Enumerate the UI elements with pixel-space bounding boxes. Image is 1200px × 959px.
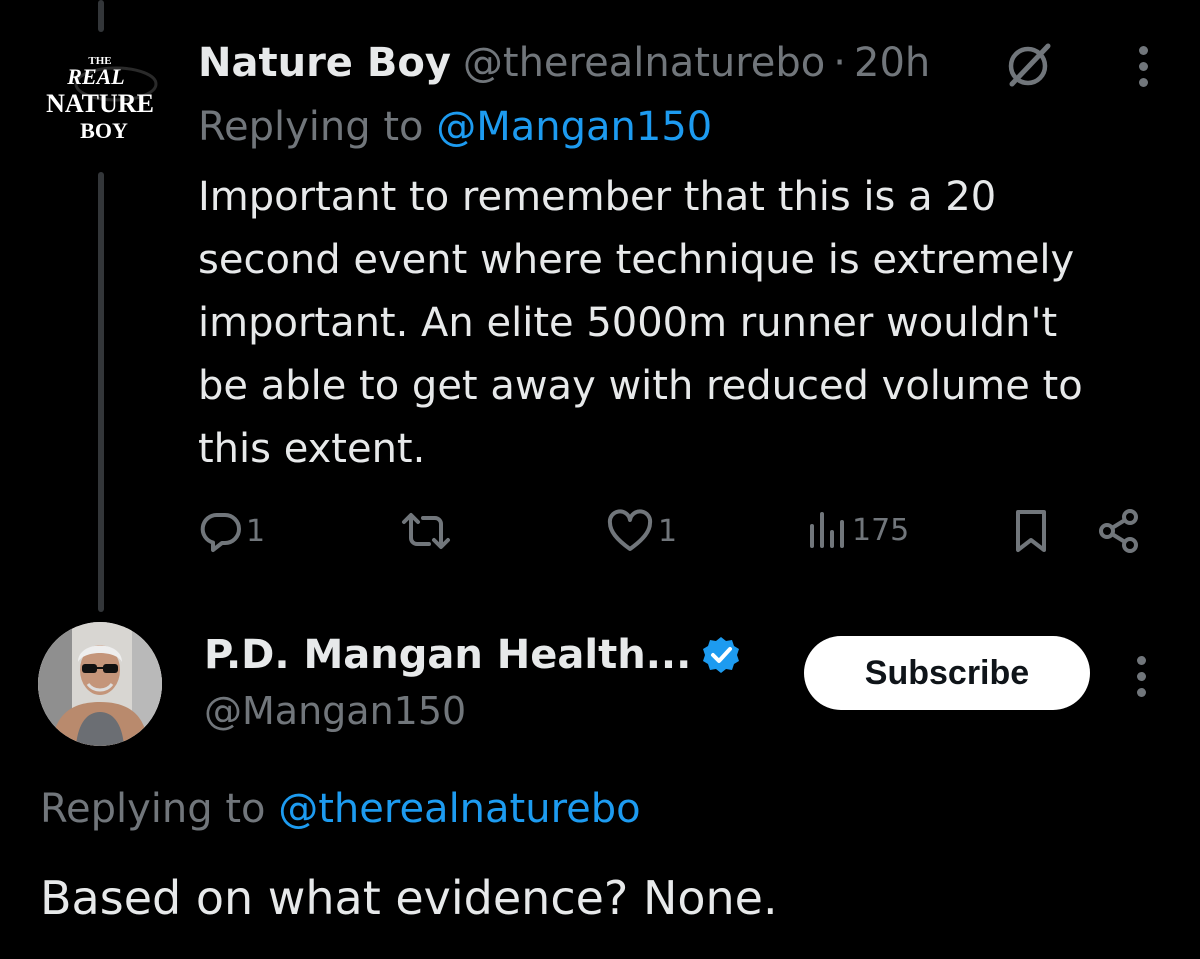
retweet-button[interactable] (398, 510, 454, 552)
author-name[interactable]: P.D. Mangan Health... (204, 628, 691, 682)
retweet-icon (402, 513, 450, 549)
author-name[interactable]: Nature Boy (198, 36, 451, 90)
bookmark-icon (1016, 510, 1046, 552)
tweet-time[interactable]: 20h (854, 36, 930, 90)
replying-to-link[interactable]: @Mangan150 (436, 104, 712, 150)
separator-dot: · (833, 40, 846, 86)
author-handle[interactable]: @Mangan150 (204, 686, 466, 736)
tweet-text-line: this extent. (198, 426, 426, 472)
tweet2-text: Based on what evidence? None. (40, 871, 778, 925)
views-count: 175 (852, 512, 910, 548)
bookmark-button[interactable] (1014, 508, 1048, 554)
more-options-icon[interactable] (1134, 656, 1148, 702)
thread-line-top (98, 0, 104, 32)
avatar-nature-boy[interactable]: THE REAL NATURE BOY (38, 40, 162, 160)
tweet2-header: P.D. Mangan Health... (204, 628, 741, 682)
replying-to: Replying to @Mangan150 (198, 100, 712, 154)
views-button[interactable]: 175 (806, 510, 909, 550)
like-button[interactable]: 1 (606, 509, 677, 553)
tweet-text-line: be able to get away with reduced volume … (198, 363, 1083, 409)
tweet1-text: Important to remember that this is a 20 … (198, 166, 1158, 481)
subscribe-button[interactable]: Subscribe (804, 636, 1090, 710)
reply-icon (200, 512, 241, 552)
tweet-action-bar: 1 1 175 (0, 500, 1200, 560)
replying-to: Replying to @therealnaturebo (40, 782, 641, 836)
replying-to-link[interactable]: @therealnaturebo (278, 786, 640, 832)
author-handle[interactable]: @therealnaturebo (463, 36, 825, 90)
tweet1-header: Nature Boy @therealnaturebo · 20h (198, 36, 930, 90)
share-button[interactable] (1096, 508, 1142, 554)
avatar-pd-mangan[interactable] (38, 622, 162, 746)
tweet-text-line: second event where technique is extremel… (198, 237, 1075, 283)
share-icon (1099, 509, 1138, 553)
avatar-logo-line2: REAL (66, 64, 124, 89)
more-options-icon[interactable] (1136, 46, 1150, 92)
verified-badge-icon (703, 637, 740, 673)
reply-count: 1 (246, 513, 266, 549)
reply-button[interactable]: 1 (198, 508, 265, 554)
grok-icon[interactable] (1004, 40, 1054, 90)
replying-prefix: Replying to (40, 786, 266, 832)
avatar-logo-line3: NATURE (46, 89, 154, 118)
tweet-text-line: important. An elite 5000m runner wouldn'… (198, 300, 1058, 346)
heart-icon (607, 509, 653, 551)
avatar-logo-line4: BOY (80, 118, 128, 143)
like-count: 1 (658, 513, 678, 549)
tweet-text-line: Important to remember that this is a 20 (198, 174, 997, 220)
views-icon (810, 512, 844, 548)
replying-prefix: Replying to (198, 104, 424, 150)
